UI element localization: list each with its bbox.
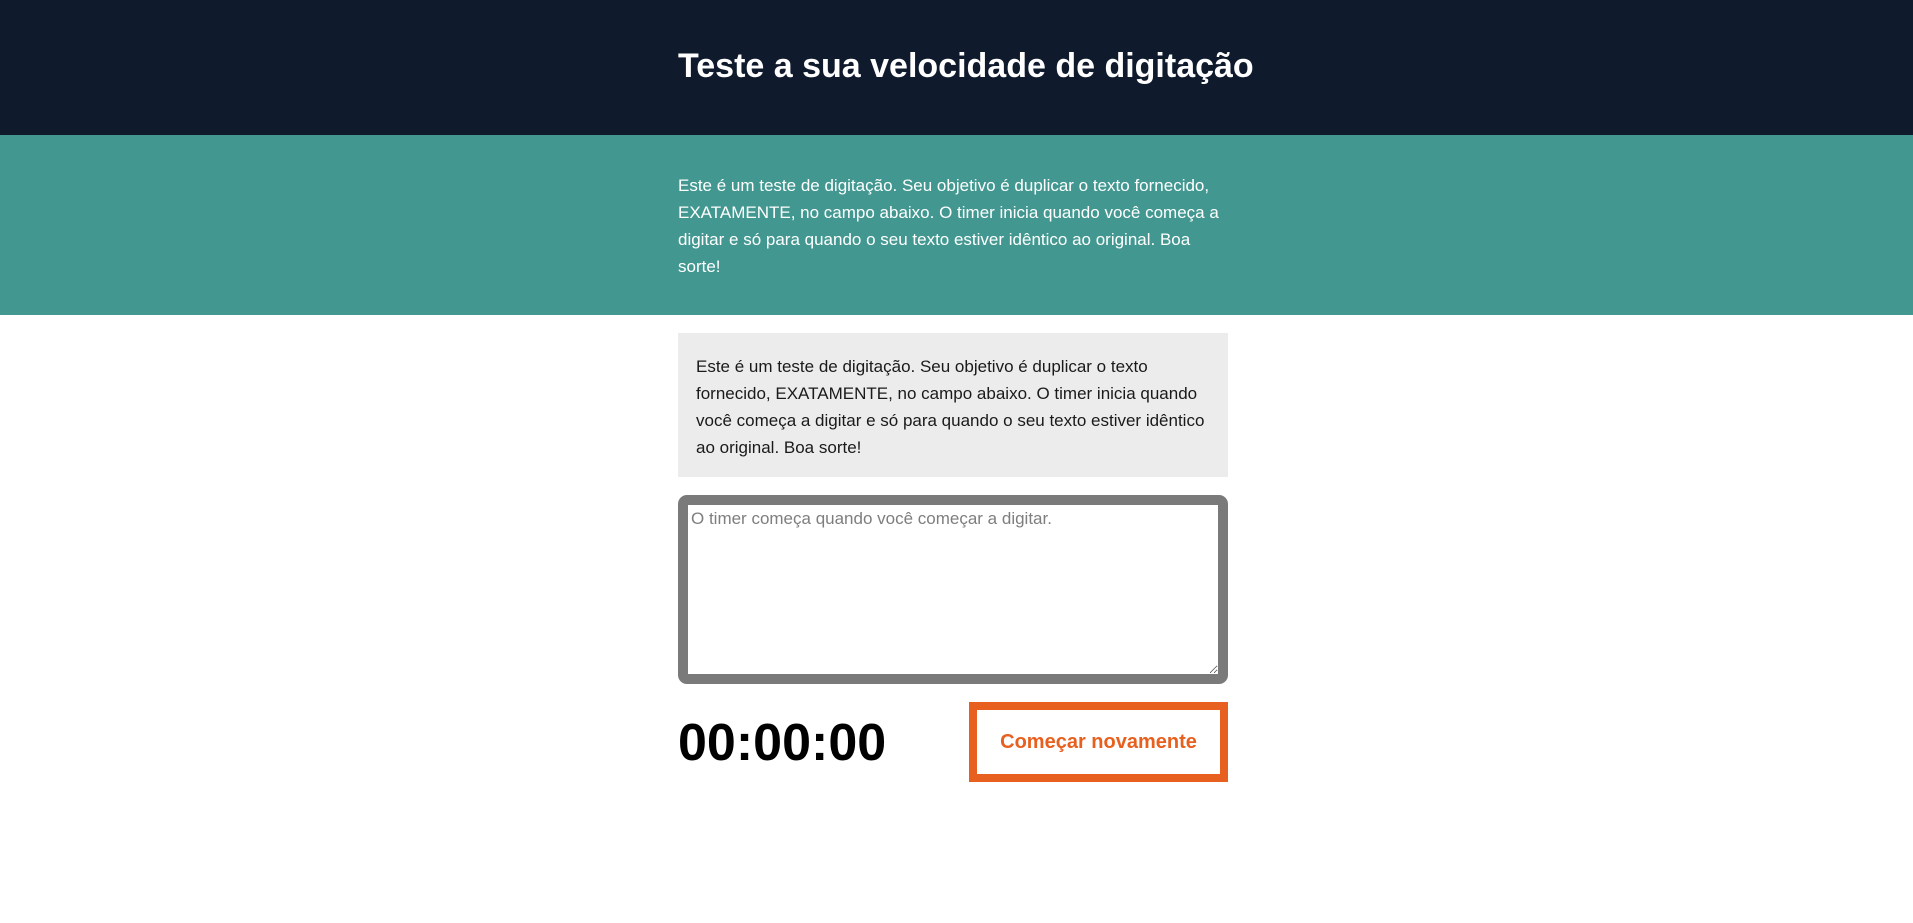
origin-text: Este é um teste de digitação. Seu objeti… bbox=[696, 357, 1205, 457]
intro-text: Este é um teste de digitação. Seu objeti… bbox=[678, 176, 1219, 276]
test-area-input[interactable] bbox=[688, 505, 1218, 674]
timer-display: 00:00:00 bbox=[678, 714, 887, 772]
page-header: Teste a sua velocidade de digitação bbox=[0, 0, 1913, 135]
page-title: Teste a sua velocidade de digitação bbox=[678, 47, 1254, 85]
test-area-wrapper bbox=[678, 495, 1228, 684]
restart-button[interactable]: Começar novamente bbox=[969, 702, 1228, 782]
origin-text-box: Este é um teste de digitação. Seu objeti… bbox=[678, 333, 1228, 477]
